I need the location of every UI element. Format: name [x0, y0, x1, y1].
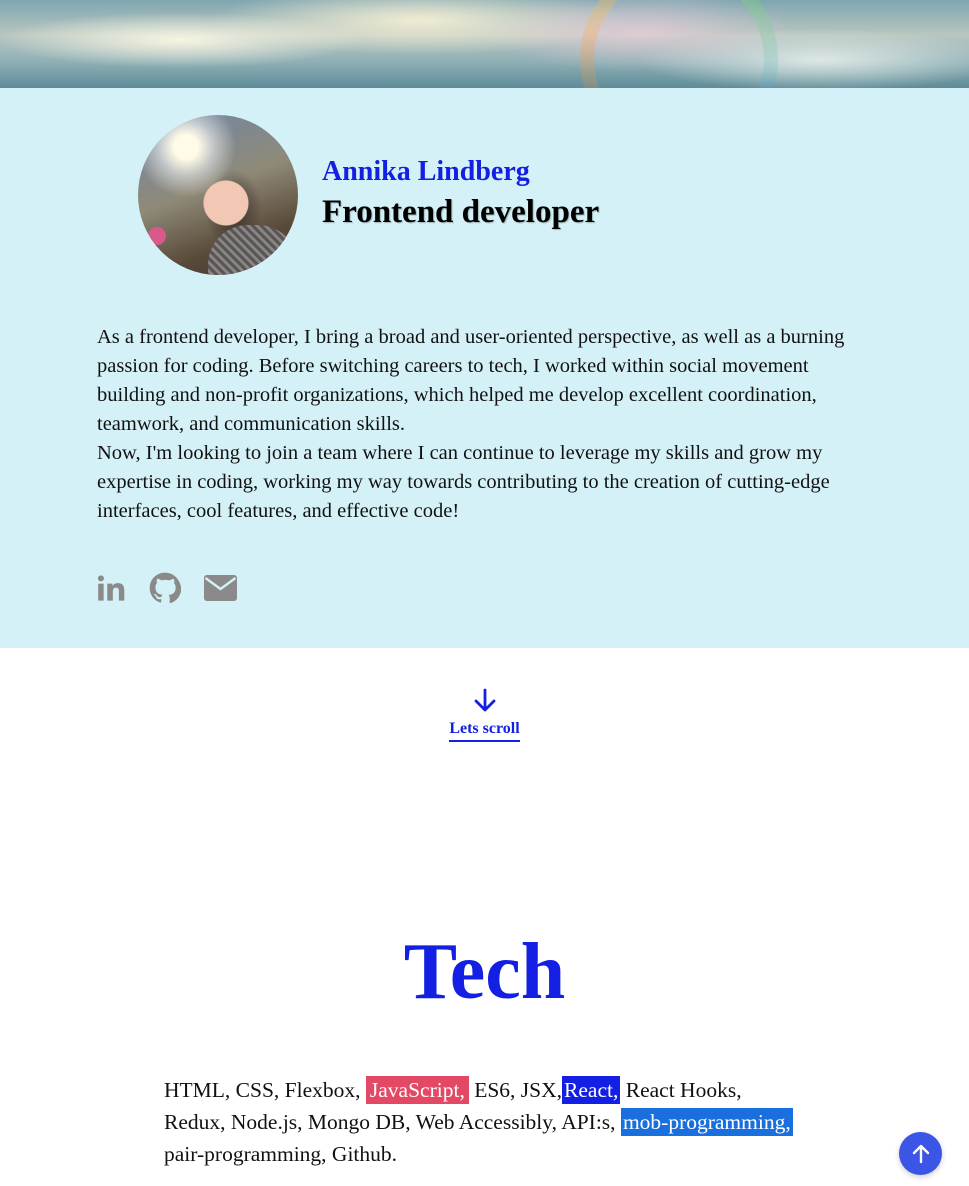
- email-link[interactable]: [204, 575, 237, 601]
- tech-heading: Tech: [403, 928, 566, 1016]
- tech-text: ES6, JSX,: [468, 1078, 563, 1102]
- scroll-prompt: Lets scroll: [0, 688, 969, 742]
- tech-stack-list: HTML, CSS, Flexbox, JavaScript, ES6, JSX…: [164, 1074, 804, 1170]
- envelope-icon: [204, 575, 237, 601]
- github-icon: [149, 572, 181, 604]
- back-to-top-button[interactable]: [899, 1132, 942, 1175]
- lets-scroll-link[interactable]: Lets scroll: [449, 720, 520, 742]
- avatar: [138, 115, 298, 275]
- linkedin-link[interactable]: [97, 574, 126, 603]
- bio-paragraph: Now, I'm looking to join a team where I …: [97, 442, 830, 522]
- github-link[interactable]: [149, 572, 181, 604]
- arrow-down-icon: [474, 688, 495, 712]
- profile-role: Frontend developer: [322, 194, 600, 230]
- tech-highlight: mob-programming,: [620, 1108, 793, 1136]
- hero-banner-image: [0, 0, 969, 158]
- tech-text: HTML, CSS, Flexbox,: [164, 1078, 366, 1102]
- linkedin-icon: [97, 574, 125, 601]
- tech-highlight: JavaScript,: [365, 1076, 469, 1104]
- bio-text: As a frontend developer, I bring a broad…: [97, 323, 872, 526]
- coat-detail: [208, 225, 298, 275]
- flower-detail: [148, 227, 166, 245]
- tech-highlight: React,: [562, 1076, 621, 1104]
- bio-paragraph: As a frontend developer, I bring a broad…: [97, 326, 845, 435]
- tech-text: pair-programming, Github.: [164, 1142, 398, 1166]
- social-links: [97, 572, 237, 604]
- profile-name: Annika Lindberg: [322, 156, 530, 187]
- arrow-up-icon: [912, 1144, 929, 1163]
